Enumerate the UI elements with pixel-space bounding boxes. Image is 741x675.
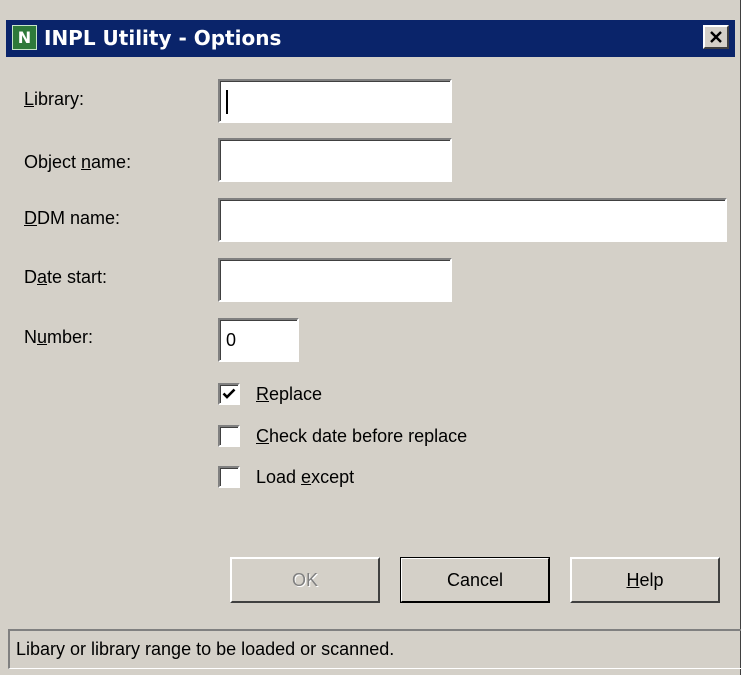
help-label-post: elp — [639, 569, 664, 590]
date-start-label: Date start: — [24, 267, 107, 288]
number-label: Number: — [24, 327, 93, 348]
object-name-label: Object name: — [24, 152, 131, 173]
close-icon — [710, 31, 722, 43]
replace-label-accel: R — [256, 383, 269, 404]
ddm-name-label-post: DM name: — [37, 208, 121, 228]
ok-button-label: OK — [291, 569, 318, 590]
load-except-label: Load except — [256, 467, 354, 488]
check-date-checkbox[interactable] — [218, 425, 240, 447]
library-label: Library: — [24, 89, 84, 110]
title-bar[interactable]: N INPL Utility - Options — [6, 20, 735, 57]
check-date-option[interactable]: Check date before replace — [218, 423, 467, 449]
object-name-label-accel: n — [81, 152, 92, 172]
check-date-label: Check date before replace — [256, 426, 467, 447]
date-start-label-pre: D — [24, 267, 37, 287]
help-label-accel: H — [626, 569, 640, 590]
ddm-name-input[interactable] — [218, 198, 727, 242]
replace-label-post: eplace — [269, 383, 323, 404]
load-except-checkbox[interactable] — [218, 466, 240, 488]
date-start-label-post: te start: — [47, 267, 108, 287]
library-label-post: ibrary: — [34, 89, 85, 109]
text-caret — [226, 90, 228, 114]
number-label-accel: u — [37, 327, 48, 347]
cancel-button[interactable]: Cancel — [400, 557, 550, 603]
status-text: Libary or library range to be loaded or … — [16, 639, 395, 659]
help-button[interactable]: Help — [570, 557, 720, 603]
close-button[interactable] — [703, 25, 729, 49]
replace-label: Replace — [256, 384, 322, 405]
load-except-label-accel: e — [301, 466, 312, 487]
window-title: INPL Utility - Options — [44, 26, 282, 50]
check-date-label-accel: C — [256, 425, 269, 446]
library-input[interactable] — [218, 79, 452, 123]
object-name-label-pre: Object — [24, 152, 82, 172]
ok-button[interactable]: OK — [230, 557, 380, 603]
app-icon-letter: N — [17, 28, 32, 47]
ddm-name-label: DDM name: — [24, 208, 120, 229]
cancel-button-label: Cancel — [446, 569, 504, 590]
replace-option[interactable]: Replace — [218, 381, 322, 407]
load-except-label-post: xcept — [311, 466, 355, 487]
number-label-post: mber: — [47, 327, 94, 347]
number-label-pre: N — [24, 327, 37, 347]
library-label-accel: L — [24, 89, 35, 109]
status-bar: Libary or library range to be loaded or … — [8, 629, 741, 669]
help-button-label: Help — [626, 570, 663, 591]
checkmark-icon — [222, 388, 236, 399]
date-start-input[interactable] — [218, 258, 452, 302]
date-start-label-accel: a — [37, 267, 48, 287]
options-dialog: N INPL Utility - Options Library: Object… — [0, 0, 741, 675]
number-input[interactable] — [218, 318, 299, 362]
replace-checkbox[interactable] — [218, 383, 240, 405]
app-icon: N — [12, 25, 37, 50]
load-except-label-pre: Load — [256, 466, 302, 487]
object-name-label-post: ame: — [91, 152, 132, 172]
object-name-input[interactable] — [218, 138, 452, 182]
ddm-name-label-accel: D — [24, 208, 37, 228]
load-except-option[interactable]: Load except — [218, 464, 354, 490]
check-date-label-post: heck date before replace — [269, 425, 468, 446]
